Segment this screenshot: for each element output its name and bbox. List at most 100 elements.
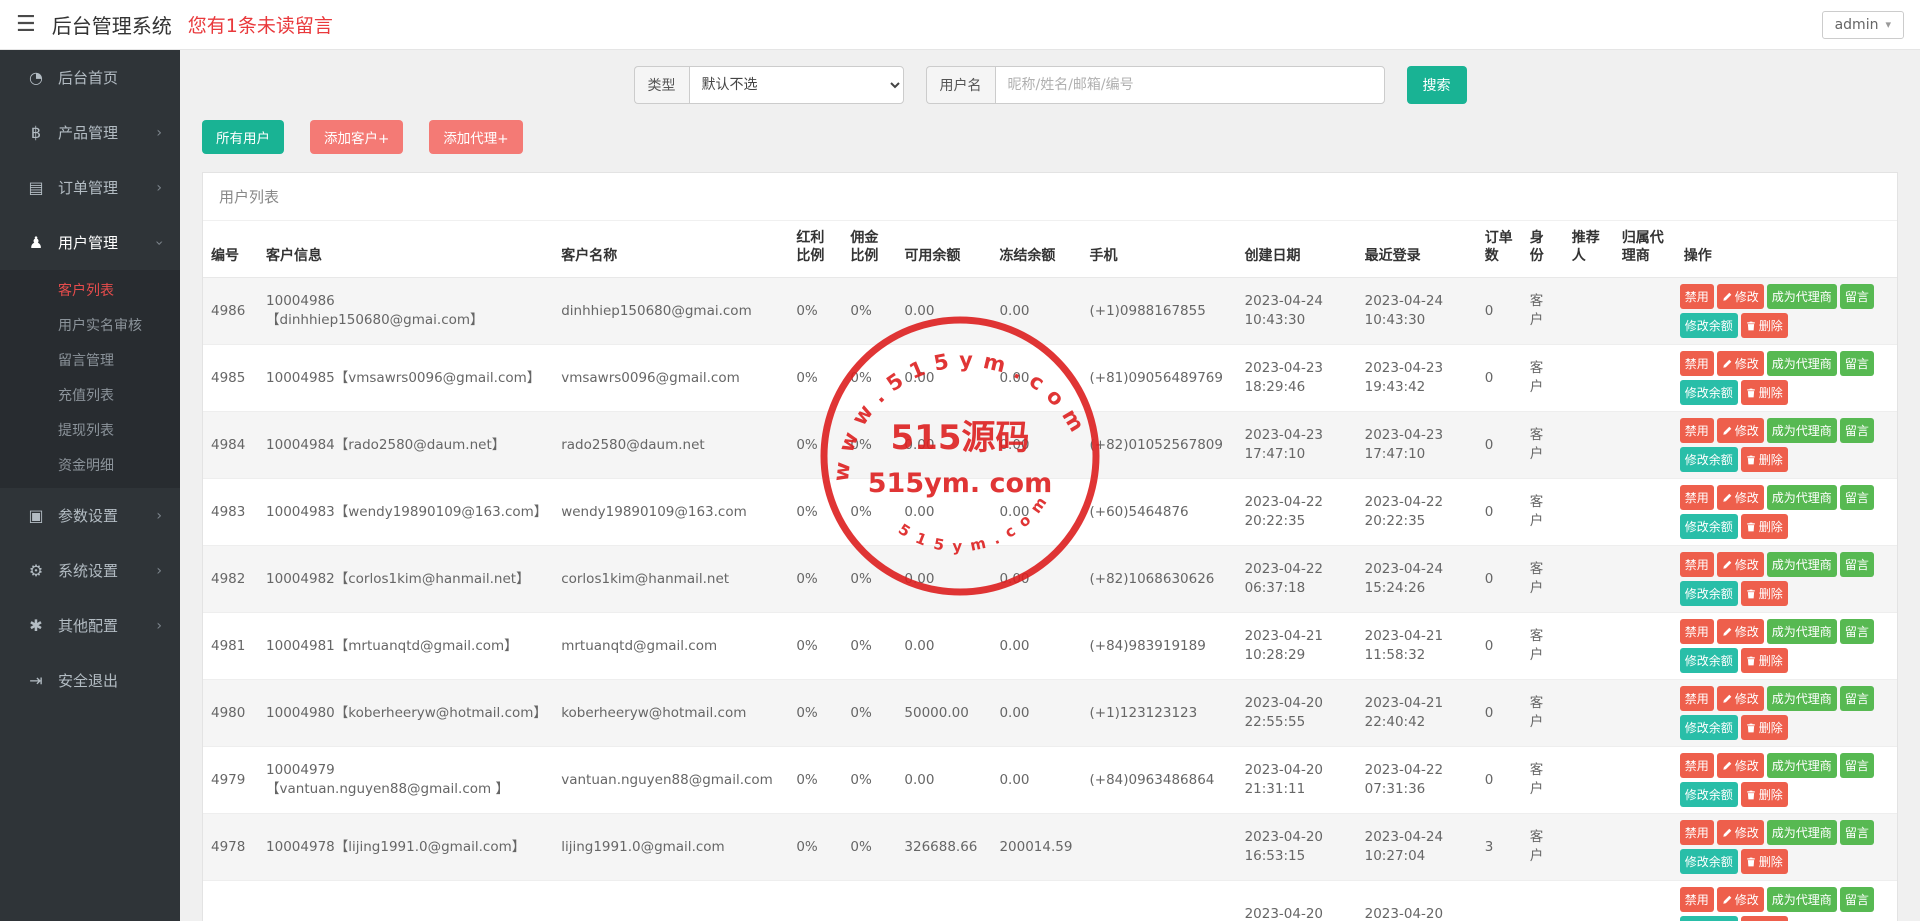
sidebar-item-other[interactable]: ✱其他配置› [0,598,180,653]
admin-user-dropdown[interactable]: admin ▾ [1822,11,1904,39]
sidebar-subitem-5[interactable]: 提现列表 [0,412,180,447]
sidebar-subitem-3[interactable]: 留言管理 [0,342,180,377]
become-agent-button[interactable]: 成为代理商 [1767,686,1837,711]
delete-button[interactable]: 删除 [1741,514,1788,539]
cell-agent [1614,278,1676,345]
cell-role: 客户 [1522,412,1564,479]
chevron-right-icon: › [156,508,162,524]
sidebar-subitem-6[interactable]: 资金明细 [0,447,180,482]
sidebar-subitem-2[interactable]: 用户实名审核 [0,307,180,342]
unread-message-notice[interactable]: 您有1条未读留言 [188,11,333,38]
disable-button[interactable]: 禁用 [1680,351,1714,376]
edit-button[interactable]: 修改 [1717,887,1764,912]
sidebar-subitem-4[interactable]: 充值列表 [0,377,180,412]
become-agent-button[interactable]: 成为代理商 [1767,753,1837,778]
menu-toggle-icon[interactable]: ☰ [16,12,36,37]
edit-button[interactable]: 修改 [1717,485,1764,510]
username-filter-input[interactable] [995,66,1385,104]
disable-button[interactable]: 禁用 [1680,485,1714,510]
message-button[interactable]: 留言 [1840,552,1874,577]
type-filter-select[interactable]: 默认不选 [689,66,904,104]
disable-button[interactable]: 禁用 [1680,284,1714,309]
disable-button[interactable]: 禁用 [1680,753,1714,778]
edit-balance-button[interactable]: 修改余额 [1680,782,1738,807]
sidebar-item-system[interactable]: ⚙系统设置› [0,543,180,598]
edit-balance-button[interactable]: 修改余额 [1680,380,1738,405]
sidebar-item-user[interactable]: ♟用户管理› [0,215,180,270]
message-button[interactable]: 留言 [1840,284,1874,309]
message-button[interactable]: 留言 [1840,753,1874,778]
become-agent-button[interactable]: 成为代理商 [1767,887,1837,912]
disable-button[interactable]: 禁用 [1680,686,1714,711]
delete-button[interactable]: 删除 [1741,849,1788,874]
edit-balance-button[interactable]: 修改余额 [1680,581,1738,606]
become-agent-button[interactable]: 成为代理商 [1767,418,1837,443]
add-agent-button[interactable]: 添加代理+ [429,120,522,154]
disable-button[interactable]: 禁用 [1680,418,1714,443]
delete-button[interactable]: 删除 [1741,782,1788,807]
cell-commission: 0% [842,278,896,345]
delete-button[interactable]: 删除 [1741,916,1788,921]
message-button[interactable]: 留言 [1840,686,1874,711]
message-button[interactable]: 留言 [1840,485,1874,510]
edit-button[interactable]: 修改 [1717,686,1764,711]
cell-bonus: 0% [788,546,842,613]
message-button[interactable]: 留言 [1840,418,1874,443]
cell-created: 2023-04-20 22:55:55 [1237,680,1357,747]
search-button[interactable]: 搜索 [1407,66,1467,104]
sidebar-subitem-1[interactable]: 客户列表 [0,272,180,307]
disable-button[interactable]: 禁用 [1680,552,1714,577]
all-users-button[interactable]: 所有用户 [202,120,284,154]
become-agent-button[interactable]: 成为代理商 [1767,820,1837,845]
edit-button[interactable]: 修改 [1717,284,1764,309]
become-agent-button[interactable]: 成为代理商 [1767,485,1837,510]
table-header-row: 编号客户信息客户名称红利比例佣金比例可用余额冻结余额手机创建日期最近登录订单数身… [203,221,1897,278]
edit-button[interactable]: 修改 [1717,418,1764,443]
message-button[interactable]: 留言 [1840,820,1874,845]
message-button[interactable]: 留言 [1840,619,1874,644]
delete-button[interactable]: 删除 [1741,581,1788,606]
sidebar-item-home[interactable]: ◔后台首页 [0,50,180,105]
edit-button[interactable]: 修改 [1717,351,1764,376]
settings-gear-icon: ⚙ [24,561,48,580]
filter-bar: 类型 默认不选 用户名 搜索 [202,66,1898,104]
sidebar-item-product[interactable]: ฿产品管理› [0,105,180,160]
delete-button[interactable]: 删除 [1741,313,1788,338]
edit-button[interactable]: 修改 [1717,552,1764,577]
pencil-icon [1722,426,1732,436]
edit-button[interactable]: 修改 [1717,753,1764,778]
message-button[interactable]: 留言 [1840,351,1874,376]
cell-role [1522,881,1564,921]
edit-balance-button[interactable]: 修改余额 [1680,849,1738,874]
sidebar-item-order[interactable]: ▤订单管理› [0,160,180,215]
delete-button[interactable]: 删除 [1741,715,1788,740]
delete-button[interactable]: 删除 [1741,447,1788,472]
become-agent-button[interactable]: 成为代理商 [1767,284,1837,309]
edit-button[interactable]: 修改 [1717,619,1764,644]
col-header-name: 客户名称 [553,221,788,278]
edit-balance-button[interactable]: 修改余额 [1680,313,1738,338]
cell-available [896,881,991,921]
disable-button[interactable]: 禁用 [1680,887,1714,912]
sidebar-item-params[interactable]: ▣参数设置› [0,488,180,543]
disable-button[interactable]: 禁用 [1680,820,1714,845]
sidebar-item-logout[interactable]: ⇥安全退出 [0,653,180,708]
edit-button[interactable]: 修改 [1717,820,1764,845]
add-customer-button[interactable]: 添加客户+ [310,120,403,154]
delete-button[interactable]: 删除 [1741,648,1788,673]
become-agent-button[interactable]: 成为代理商 [1767,351,1837,376]
message-button[interactable]: 留言 [1840,887,1874,912]
cell-agent [1614,412,1676,479]
edit-balance-button[interactable]: 修改余额 [1680,916,1738,921]
edit-balance-button[interactable]: 修改余额 [1680,715,1738,740]
disable-button[interactable]: 禁用 [1680,619,1714,644]
dashboard-icon: ◔ [24,68,48,87]
cell-agent [1614,479,1676,546]
edit-balance-button[interactable]: 修改余额 [1680,447,1738,472]
become-agent-button[interactable]: 成为代理商 [1767,619,1837,644]
cell-info: 10004980【koberheeryw@hotmail.com】 [258,680,553,747]
edit-balance-button[interactable]: 修改余额 [1680,648,1738,673]
become-agent-button[interactable]: 成为代理商 [1767,552,1837,577]
delete-button[interactable]: 删除 [1741,380,1788,405]
edit-balance-button[interactable]: 修改余额 [1680,514,1738,539]
